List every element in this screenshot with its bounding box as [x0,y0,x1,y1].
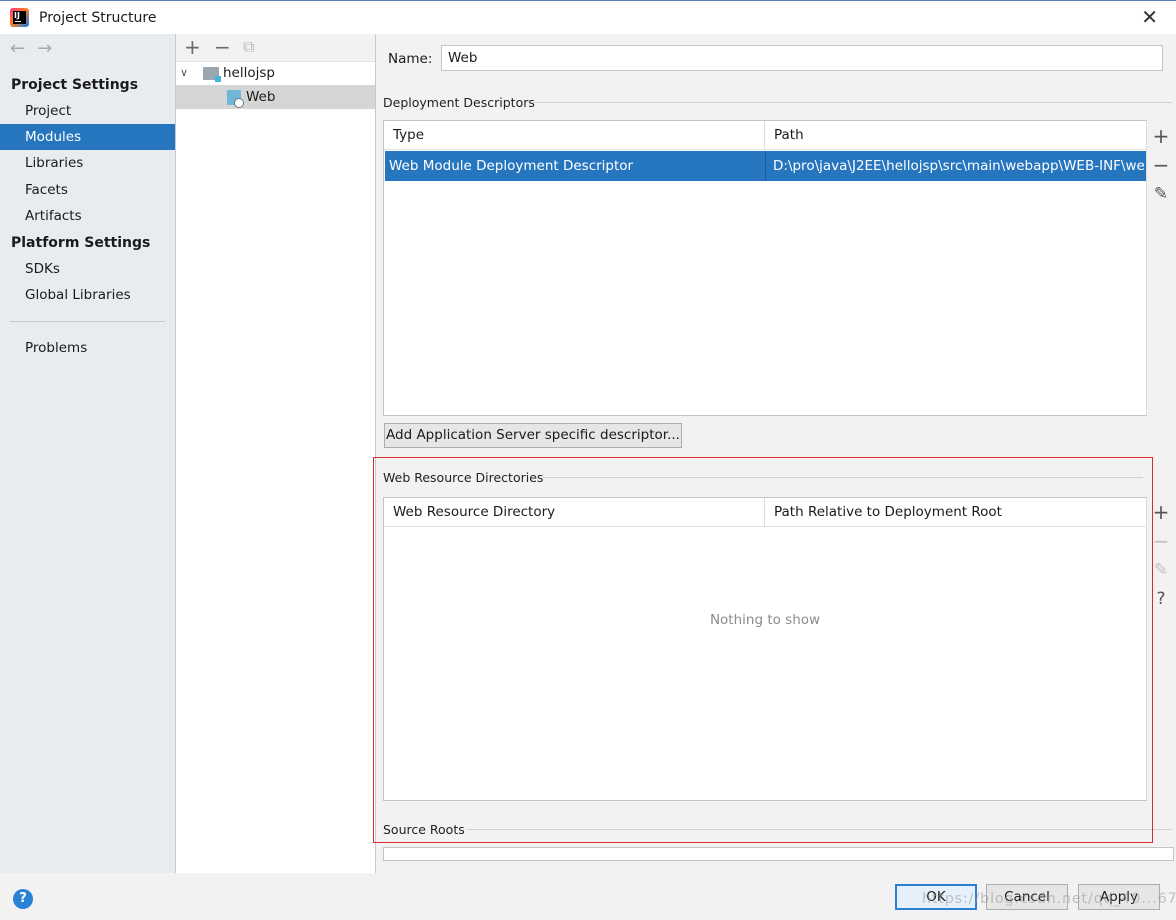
sidebar-item-global-libraries[interactable]: Global Libraries [0,282,175,308]
sidebar-item-problems[interactable]: Problems [0,335,175,361]
help-icon[interactable]: ? [1147,585,1175,614]
add-icon[interactable]: + [184,36,201,58]
remove-icon[interactable]: − [214,36,231,58]
web-resource-directories-title: Web Resource Directories [383,470,544,485]
section-divider [467,829,1172,830]
web-resource-directories-table: Web Resource Directory Path Relative to … [383,497,1147,801]
empty-state-text: Nothing to show [709,612,821,628]
column-header-relative-path[interactable]: Path Relative to Deployment Root [765,498,1146,527]
sidebar-item-modules[interactable]: Modules [0,124,175,150]
tree-node-label: hellojsp [223,65,275,81]
sidebar-item-project[interactable]: Project [0,98,175,124]
title-bar: IJ Project Structure ✕ [0,0,1176,34]
add-icon[interactable]: + [1147,498,1175,527]
deployment-descriptors-table: Type Path Web Module Deployment Descript… [383,120,1147,416]
window-title: Project Structure [39,10,157,26]
watermark: https://blog.csdn.net/qq_40...670 [922,891,1176,907]
history-arrows: ← → [10,38,64,59]
web-facet-icon [227,90,244,108]
edit-pencil-icon[interactable]: ✎ [1147,556,1175,585]
table-row[interactable]: Web Module Deployment Descriptor D:\pro\… [385,151,1146,181]
name-label: Name: [388,51,433,67]
deployment-descriptors-title: Deployment Descriptors [383,95,535,110]
add-server-descriptor-button[interactable]: Add Application Server specific descript… [384,423,682,448]
chevron-down-icon[interactable]: ∨ [180,61,188,85]
intellij-logo-icon: IJ [10,8,29,27]
tree-node-web[interactable]: Web [176,85,375,109]
column-header-type[interactable]: Type [384,121,765,150]
sidebar-item-facets[interactable]: Facets [0,177,175,203]
close-icon[interactable]: ✕ [1141,7,1158,27]
descriptor-type-cell: Web Module Deployment Descriptor [389,158,634,174]
sidebar-item-sdks[interactable]: SDKs [0,256,175,282]
sidebar-item-artifacts[interactable]: Artifacts [0,203,175,229]
web-resource-tools: + − ✎ ? [1147,498,1175,614]
tree-node-hellojsp[interactable]: ∨ hellojsp [176,61,375,85]
tree-node-label: Web [246,89,276,105]
project-settings-heading: Project Settings [11,77,139,93]
cell-divider [765,151,766,181]
source-roots-title: Source Roots [383,822,465,837]
sidebar-divider [10,321,165,322]
settings-sidebar: ← → Project Settings Project Modules Libr… [0,34,175,873]
remove-icon[interactable]: − [1147,527,1175,556]
source-roots-table [383,847,1174,861]
descriptor-path-cell: D:\pro\java\J2EE\hellojsp\src\main\webap… [773,158,1145,174]
dialog-footer: ? OK Cancel Apply https://blog.csdn.net/… [0,873,1176,920]
copy-icon[interactable]: ⧉ [243,36,254,58]
remove-icon[interactable]: − [1147,151,1175,180]
platform-settings-heading: Platform Settings [11,235,151,251]
help-icon[interactable]: ? [13,889,33,909]
section-divider [543,477,1143,478]
sidebar-item-libraries[interactable]: Libraries [0,150,175,176]
add-icon[interactable]: + [1147,122,1175,151]
tree-toolbar: + − ⧉ [176,34,375,62]
name-field[interactable]: Web [441,45,1163,71]
forward-arrow-icon[interactable]: → [37,38,52,59]
deployment-tools: + − ✎ [1147,122,1175,209]
module-folder-icon [203,67,221,82]
column-header-web-resource-directory[interactable]: Web Resource Directory [384,498,765,527]
module-tree-panel: + − ⧉ ∨ hellojsp Web [175,34,376,873]
section-divider [532,102,1172,103]
back-arrow-icon[interactable]: ← [10,38,25,59]
facet-settings-panel: Name: Web Deployment Descriptors Type Pa… [377,34,1176,873]
edit-pencil-icon[interactable]: ✎ [1147,180,1175,209]
column-header-path[interactable]: Path [765,121,1146,150]
